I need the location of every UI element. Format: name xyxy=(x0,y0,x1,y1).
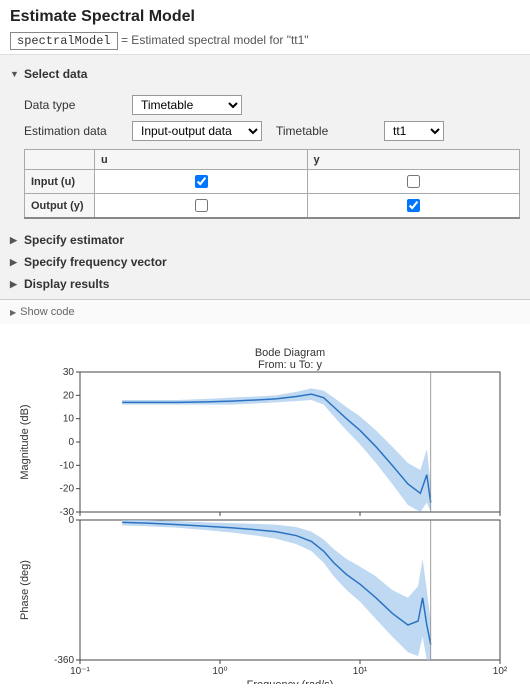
chevron-right-icon: ▶ xyxy=(10,308,16,317)
section-select-data[interactable]: ▼ Select data xyxy=(10,63,520,85)
show-code-toggle[interactable]: ▶ Show code xyxy=(0,299,530,324)
svg-text:From: u To: y: From: u To: y xyxy=(258,359,322,371)
svg-text:-10: -10 xyxy=(60,460,75,471)
svg-text:10⁰: 10⁰ xyxy=(212,666,227,677)
check-output-y[interactable] xyxy=(407,199,420,212)
svg-text:20: 20 xyxy=(63,390,75,401)
check-input-y[interactable] xyxy=(407,175,420,188)
page-title: Estimate Spectral Model xyxy=(10,8,520,26)
svg-text:10: 10 xyxy=(63,414,75,425)
variable-description: = Estimated spectral model for "tt1" xyxy=(121,33,309,47)
output-variable-line: spectralModel = Estimated spectral model… xyxy=(10,32,520,50)
svg-text:30: 30 xyxy=(63,367,75,378)
timetable-select[interactable]: tt1 xyxy=(384,121,444,141)
data-type-label: Data type xyxy=(24,98,124,112)
col-header-u: u xyxy=(95,150,308,170)
estimation-data-select[interactable]: Input-output data xyxy=(132,121,262,141)
section-specify-frequency-vector[interactable]: ▶ Specify frequency vector xyxy=(10,251,520,273)
io-selection-table: u y Input (u) Output (y) xyxy=(24,149,520,219)
header: Estimate Spectral Model spectralModel = … xyxy=(0,0,530,54)
table-row: Output (y) xyxy=(25,194,520,219)
svg-text:Magnitude (dB): Magnitude (dB) xyxy=(19,404,31,479)
svg-text:-20: -20 xyxy=(60,484,75,495)
variable-name: spectralModel xyxy=(10,32,118,50)
table-row: Input (u) xyxy=(25,170,520,194)
svg-text:-360: -360 xyxy=(54,655,74,666)
chevron-right-icon: ▶ xyxy=(10,257,20,268)
section-display-results[interactable]: ▶ Display results xyxy=(10,273,520,295)
chevron-right-icon: ▶ xyxy=(10,235,20,246)
timetable-label: Timetable xyxy=(276,124,376,138)
svg-text:Bode Diagram: Bode Diagram xyxy=(255,347,325,359)
estimation-data-label: Estimation data xyxy=(24,124,124,138)
data-type-select[interactable]: Timetable xyxy=(132,95,242,115)
chevron-down-icon: ▼ xyxy=(10,69,20,79)
svg-text:10²: 10² xyxy=(493,666,508,677)
section-select-data-body: Data type Timetable Estimation data Inpu… xyxy=(10,85,520,229)
svg-text:10¹: 10¹ xyxy=(353,666,368,677)
row-label-input: Input (u) xyxy=(25,170,95,194)
svg-text:10⁻¹: 10⁻¹ xyxy=(70,666,90,677)
check-output-u[interactable] xyxy=(195,199,208,212)
check-input-u[interactable] xyxy=(195,175,208,188)
svg-text:Phase (deg): Phase (deg) xyxy=(19,560,31,620)
svg-text:Frequency (rad/s): Frequency (rad/s) xyxy=(247,679,334,684)
bode-plot: Bode DiagramFrom: u To: y-30-20-10010203… xyxy=(0,324,530,694)
col-header-y: y xyxy=(307,150,520,170)
svg-text:0: 0 xyxy=(68,515,74,526)
section-specify-estimator[interactable]: ▶ Specify estimator xyxy=(10,229,520,251)
svg-text:0: 0 xyxy=(68,437,74,448)
row-label-output: Output (y) xyxy=(25,194,95,219)
chevron-right-icon: ▶ xyxy=(10,279,20,290)
controls-panel: ▼ Select data Data type Timetable Estima… xyxy=(0,54,530,299)
